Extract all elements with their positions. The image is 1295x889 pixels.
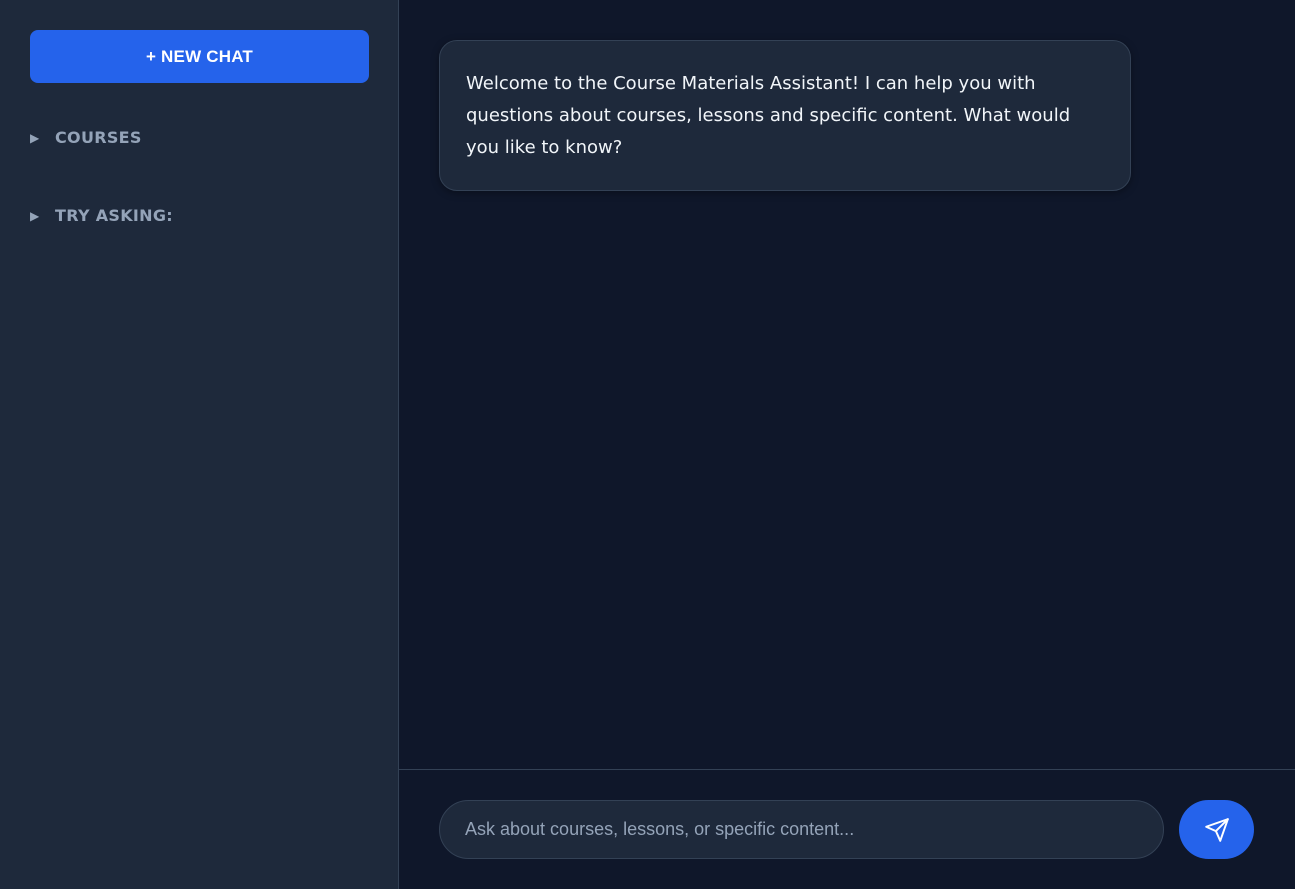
message-list: Welcome to the Course Materials Assistan… — [399, 0, 1295, 769]
sidebar-section-label: COURSES — [55, 128, 142, 147]
triangle-right-icon: ▶ — [30, 130, 40, 145]
paper-plane-icon — [1204, 817, 1230, 843]
sidebar-section-try-asking[interactable]: ▶ TRY ASKING: — [30, 206, 368, 225]
triangle-right-icon: ▶ — [30, 208, 40, 223]
new-chat-button[interactable]: + NEW CHAT — [30, 30, 369, 83]
sidebar-section-label: TRY ASKING: — [55, 206, 173, 225]
app-root: + NEW CHAT ▶ COURSES ▶ TRY ASKING: Welco… — [0, 0, 1295, 889]
chat-main: Welcome to the Course Materials Assistan… — [399, 0, 1295, 889]
sidebar-section-courses[interactable]: ▶ COURSES — [30, 128, 368, 147]
sidebar: + NEW CHAT ▶ COURSES ▶ TRY ASKING: — [0, 0, 399, 889]
assistant-message: Welcome to the Course Materials Assistan… — [439, 40, 1131, 191]
input-bar — [399, 769, 1295, 889]
chat-input[interactable] — [439, 800, 1164, 859]
send-button[interactable] — [1179, 800, 1254, 859]
